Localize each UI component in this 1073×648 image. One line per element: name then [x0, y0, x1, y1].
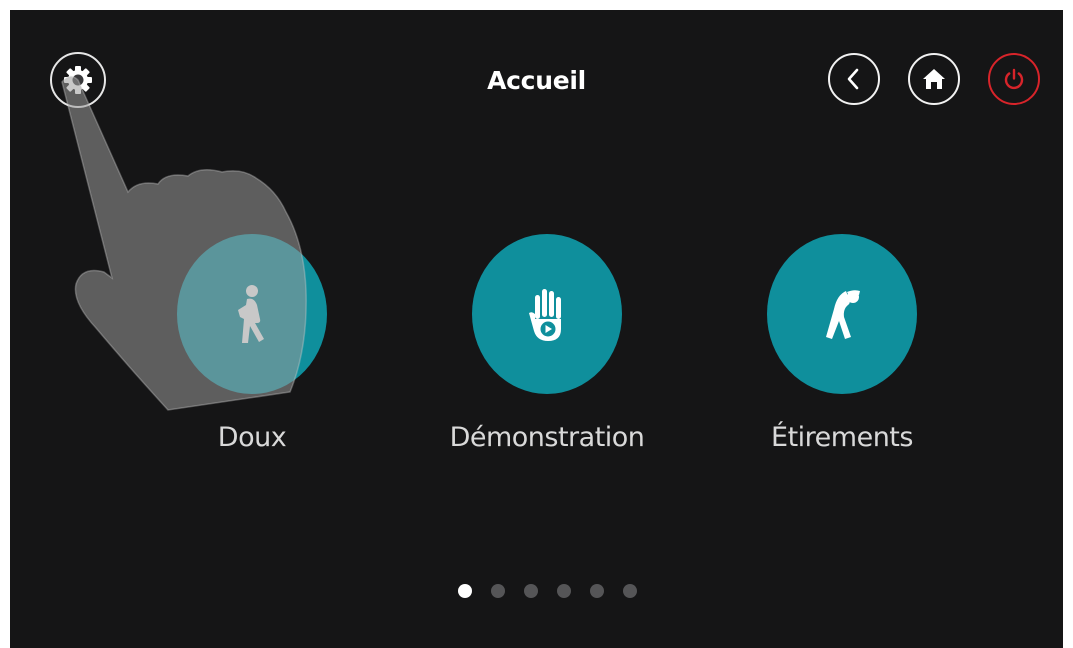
power-button[interactable] [988, 53, 1040, 105]
walking-person-icon [238, 285, 264, 343]
page-dot-6[interactable] [623, 584, 637, 598]
stretching-person-icon [826, 290, 860, 339]
mode-etirements-circle[interactable] [767, 234, 917, 394]
app-screen: Accueil Doux Démonstration Étirements [10, 10, 1063, 648]
mode-demonstration[interactable]: Démonstration [427, 234, 667, 453]
page-dot-1[interactable] [458, 584, 472, 598]
page-title: Accueil [487, 66, 586, 95]
mode-doux[interactable]: Doux [132, 234, 372, 453]
back-button[interactable] [828, 53, 880, 105]
home-button[interactable] [908, 53, 960, 105]
mode-etirements-label: Étirements [771, 422, 913, 453]
mode-doux-circle[interactable] [177, 234, 327, 394]
page-indicator [458, 584, 637, 598]
mode-demonstration-circle[interactable] [472, 234, 622, 394]
page-dot-3[interactable] [524, 584, 538, 598]
chevron-left-icon [847, 68, 859, 90]
hand-play-icon [529, 289, 561, 341]
mode-etirements[interactable]: Étirements [722, 234, 962, 453]
power-icon [1004, 68, 1024, 90]
page-dot-5[interactable] [590, 584, 604, 598]
page-dot-2[interactable] [491, 584, 505, 598]
mode-demonstration-label: Démonstration [449, 422, 645, 453]
home-icon [923, 69, 945, 89]
page-dot-4[interactable] [557, 584, 571, 598]
mode-doux-label: Doux [217, 422, 287, 453]
